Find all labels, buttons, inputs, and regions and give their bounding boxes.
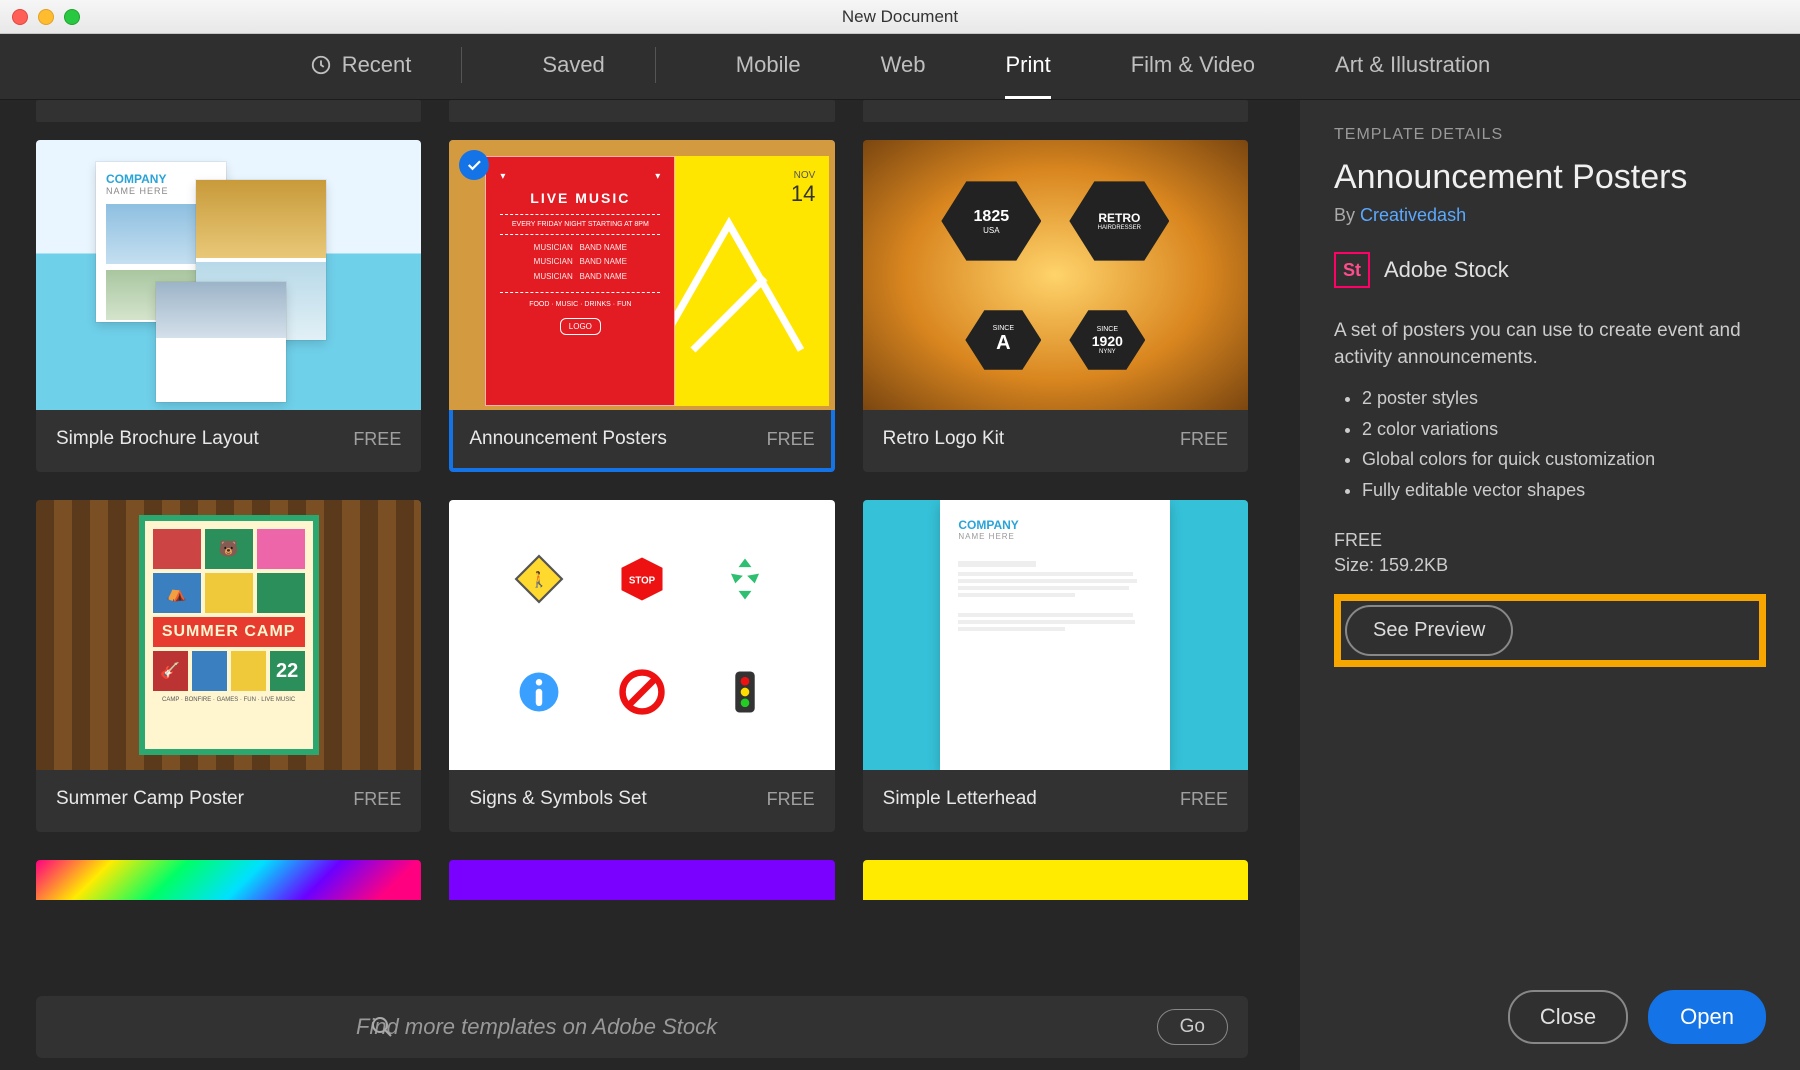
- tab-saved-label: Saved: [542, 52, 604, 78]
- window-title: New Document: [0, 7, 1800, 27]
- template-name: Signs & Symbols Set: [469, 788, 646, 810]
- feature-item: Fully editable vector shapes: [1362, 475, 1766, 506]
- template-name: Retro Logo Kit: [883, 428, 1004, 450]
- main-scrollbar[interactable]: [1284, 100, 1300, 1070]
- thumb-text: SUMMER CAMP: [153, 617, 305, 647]
- thumb-text: NYNY: [1099, 349, 1116, 355]
- template-name: Simple Letterhead: [883, 788, 1037, 810]
- template-price: FREE: [767, 429, 815, 450]
- template-grid-scroll[interactable]: COMPANY NAME HERE: [0, 100, 1284, 976]
- template-grid-next-row: [36, 860, 1248, 900]
- thumb-text: 1920: [1092, 333, 1123, 349]
- thumb-text: SINCE: [993, 325, 1014, 332]
- template-card-signs[interactable]: 🚶 STOP Signs & Symbols Set FREE: [449, 500, 834, 832]
- template-card-brochure[interactable]: COMPANY NAME HERE: [36, 140, 421, 472]
- feature-item: Global colors for quick customization: [1362, 444, 1766, 475]
- template-card-summer[interactable]: 🐻 ⛺ SUMMER CAMP 🎸22 CAMP · BONFIRE · GAM…: [36, 500, 421, 832]
- template-price: FREE: [353, 789, 401, 810]
- template-price: FREE: [767, 789, 815, 810]
- close-button[interactable]: Close: [1508, 990, 1628, 1044]
- thumb-text: HAIRDRESSER: [1098, 225, 1141, 231]
- see-preview-highlight: See Preview: [1334, 594, 1766, 667]
- thumb-text: 22: [270, 651, 305, 691]
- details-price: FREE: [1334, 530, 1766, 551]
- template-thumbnail: COMPANY NAME HERE: [863, 500, 1248, 770]
- feature-item: 2 color variations: [1362, 414, 1766, 445]
- adobe-stock-icon: St: [1334, 252, 1370, 288]
- template-thumbnail: COMPANY NAME HERE: [36, 140, 421, 410]
- thumb-text: COMPANY: [958, 518, 1152, 532]
- template-thumbnail: 🐻 ⛺ SUMMER CAMP 🎸22 CAMP · BONFIRE · GAM…: [36, 500, 421, 770]
- thumb-text: A: [996, 332, 1010, 355]
- template-price: FREE: [1180, 429, 1228, 450]
- details-heading: TEMPLATE DETAILS: [1334, 126, 1766, 144]
- template-card-retro[interactable]: 1825USA RETROHAIRDRESSER SINCEA SINCE192…: [863, 140, 1248, 472]
- tab-art-illustration[interactable]: Art & Illustration: [1335, 34, 1490, 99]
- template-price: FREE: [1180, 789, 1228, 810]
- template-thumbnail: 1825USA RETROHAIRDRESSER SINCEA SINCE192…: [863, 140, 1248, 410]
- thumb-text: 1825: [974, 208, 1010, 226]
- tab-mobile[interactable]: Mobile: [736, 34, 801, 99]
- tab-recent-label: Recent: [342, 52, 412, 78]
- tab-recent[interactable]: Recent: [310, 34, 463, 99]
- stock-search-bar: Go: [36, 996, 1248, 1058]
- template-price: FREE: [353, 429, 401, 450]
- titlebar: New Document: [0, 0, 1800, 34]
- adobe-stock-source[interactable]: St Adobe Stock: [1334, 252, 1766, 288]
- feature-item: 2 poster styles: [1362, 383, 1766, 414]
- thumb-text: LIVE MUSIC: [500, 190, 660, 206]
- clock-icon: [310, 54, 332, 76]
- thumb-text: USA: [983, 226, 999, 235]
- stock-search-go-button[interactable]: Go: [1157, 1009, 1228, 1045]
- author-link[interactable]: Creativedash: [1360, 205, 1466, 225]
- thumb-text: EVERY FRIDAY NIGHT STARTING AT 8PM: [500, 214, 660, 235]
- thumb-text: RETRO: [1098, 211, 1140, 225]
- svg-text:STOP: STOP: [629, 575, 656, 586]
- details-author: By Creativedash: [1334, 205, 1766, 226]
- search-icon: [370, 1015, 394, 1039]
- template-name: Summer Camp Poster: [56, 788, 244, 810]
- details-features-list: 2 poster styles 2 color variations Globa…: [1334, 383, 1766, 505]
- details-size: Size: 159.2KB: [1334, 555, 1766, 576]
- see-preview-button[interactable]: See Preview: [1345, 605, 1513, 656]
- svg-text:🚶: 🚶: [529, 570, 548, 588]
- stock-search-input[interactable]: [356, 1014, 1141, 1040]
- thumb-text: NAME HERE: [958, 532, 1152, 541]
- tab-saved[interactable]: Saved: [542, 34, 655, 99]
- details-title: Announcement Posters: [1334, 158, 1766, 197]
- template-grid: COMPANY NAME HERE: [36, 140, 1248, 832]
- tab-web[interactable]: Web: [881, 34, 926, 99]
- tab-film-video[interactable]: Film & Video: [1131, 34, 1255, 99]
- thumb-text: SINCE: [1097, 326, 1118, 333]
- template-thumbnail: 🚶 STOP: [449, 500, 834, 770]
- template-thumbnail: NOV 14 ▾▾ LIVE MUSIC EVERY FRIDAY NIGHT …: [449, 140, 834, 410]
- template-card-announcement[interactable]: NOV 14 ▾▾ LIVE MUSIC EVERY FRIDAY NIGHT …: [449, 140, 834, 472]
- template-card-letterhead[interactable]: COMPANY NAME HERE: [863, 500, 1248, 832]
- category-tabs: Recent Saved Mobile Web Print Film & Vid…: [0, 34, 1800, 100]
- tab-print[interactable]: Print: [1005, 34, 1050, 99]
- template-name: Simple Brochure Layout: [56, 428, 259, 450]
- template-details-panel: TEMPLATE DETAILS Announcement Posters By…: [1300, 100, 1800, 1070]
- open-button[interactable]: Open: [1648, 990, 1766, 1044]
- adobe-stock-label: Adobe Stock: [1384, 257, 1509, 283]
- details-description: A set of posters you can use to create e…: [1334, 318, 1766, 371]
- template-name: Announcement Posters: [469, 428, 667, 450]
